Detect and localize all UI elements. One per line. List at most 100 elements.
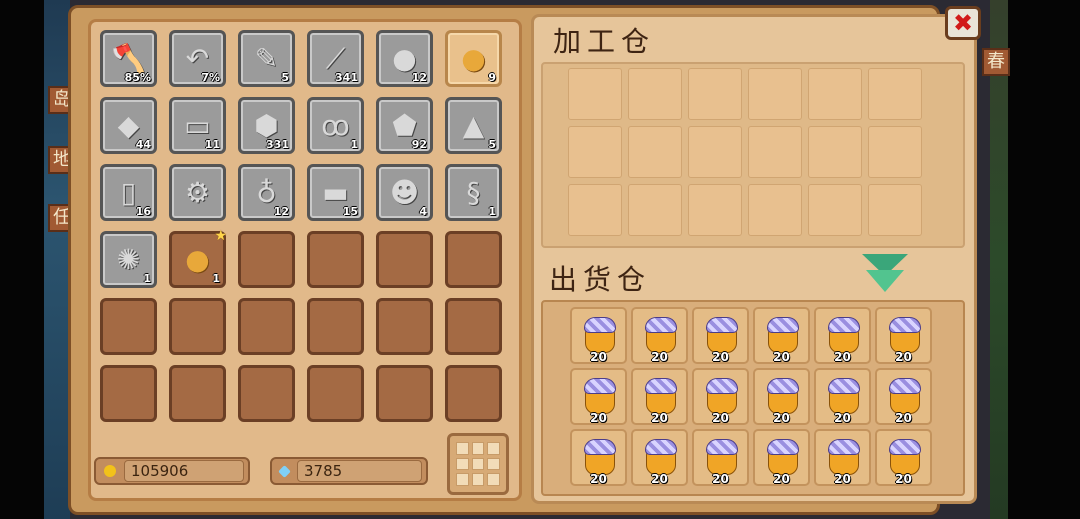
shipping-slot[interactable]: 20 xyxy=(692,368,749,425)
processing-slot[interactable] xyxy=(568,126,622,178)
shipping-slot[interactable]: 20 xyxy=(570,429,627,486)
inventory-slot[interactable]: ⟋ 341 xyxy=(307,30,364,87)
inventory-slot-empty[interactable] xyxy=(307,231,364,288)
shipping-slot[interactable]: 20 xyxy=(875,368,932,425)
processing-slot[interactable] xyxy=(628,126,682,178)
processing-slot[interactable] xyxy=(868,184,922,236)
processing-slot[interactable] xyxy=(688,184,742,236)
honey-jar-icon xyxy=(706,317,738,333)
shipping-slot[interactable]: 20 xyxy=(753,429,810,486)
shipping-slot[interactable]: 20 xyxy=(753,368,810,425)
inventory-slot[interactable]: ⬟ 92 xyxy=(376,97,433,154)
processing-slot[interactable] xyxy=(868,126,922,178)
processing-slot[interactable] xyxy=(688,68,742,120)
inventory-slot[interactable]: ● 1 ★ xyxy=(169,228,227,288)
shipping-slot[interactable]: 20 xyxy=(631,368,688,425)
honey-jar-icon xyxy=(706,439,738,455)
honey-jar-icon xyxy=(828,378,860,394)
processing-slot[interactable] xyxy=(688,126,742,178)
gold-counter: 105906 xyxy=(94,457,250,485)
honey-jar-icon xyxy=(645,439,677,455)
shipping-slot[interactable]: 20 xyxy=(570,368,627,425)
inventory-slot-empty[interactable] xyxy=(169,298,226,355)
shipping-slot[interactable]: 20 xyxy=(753,307,810,364)
processing-slot[interactable] xyxy=(568,184,622,236)
inventory-slot[interactable]: ꝏ1 xyxy=(307,97,364,154)
processing-slot[interactable] xyxy=(748,68,802,120)
inventory-slot[interactable]: ▭ 11 xyxy=(169,97,226,154)
inventory-slot[interactable]: § 1 xyxy=(445,164,502,221)
close-button[interactable]: ✖ xyxy=(945,6,981,40)
inventory-slot-empty[interactable] xyxy=(376,365,433,422)
inventory-slot-empty[interactable] xyxy=(445,365,502,422)
processing-slot[interactable] xyxy=(748,184,802,236)
processing-slot[interactable] xyxy=(748,126,802,178)
shipping-slot[interactable]: 20 xyxy=(631,429,688,486)
inventory-slot[interactable]: ⚙ xyxy=(169,164,226,221)
side-tab-season[interactable]: 春 xyxy=(982,48,1010,76)
item-quantity: 20 xyxy=(773,411,790,425)
inventory-slot-empty[interactable] xyxy=(238,231,295,288)
inventory-slot-empty[interactable] xyxy=(376,298,433,355)
shipping-slot[interactable]: 20 xyxy=(692,307,749,364)
shipping-slot[interactable]: 20 xyxy=(875,429,932,486)
item-quantity: 20 xyxy=(590,411,607,425)
inventory-slot-empty[interactable] xyxy=(445,298,502,355)
item-quantity: 5 xyxy=(488,138,496,151)
inventory-slot-empty[interactable] xyxy=(100,365,157,422)
inventory-slot[interactable]: ✎ 5 xyxy=(238,30,295,87)
inventory-slot[interactable]: ▯ 16 xyxy=(100,164,157,221)
inventory-slot[interactable]: ⬢ 331 xyxy=(238,97,295,154)
shipping-slot[interactable]: 20 xyxy=(814,429,871,486)
processing-slot[interactable] xyxy=(808,68,862,120)
shipping-slot[interactable]: 20 xyxy=(875,307,932,364)
item-quantity: 44 xyxy=(135,138,151,151)
inventory-slot[interactable]: ● 9 xyxy=(445,30,502,87)
processing-slot[interactable] xyxy=(628,184,682,236)
item-quantity: 20 xyxy=(651,350,668,364)
inventory-slot[interactable]: ◆ 44 xyxy=(100,97,157,154)
inventory-slot-empty[interactable] xyxy=(376,231,433,288)
item-quantity: 20 xyxy=(834,350,851,364)
inventory-slot-empty[interactable] xyxy=(307,365,364,422)
item-quantity: 16 xyxy=(135,205,151,218)
honey-jar-icon xyxy=(584,378,616,394)
inventory-slot[interactable]: ♁ 12 xyxy=(238,164,295,221)
item-quantity: 9 xyxy=(488,71,496,84)
inventory-slot[interactable]: ☻ 4 xyxy=(376,164,433,221)
screen-edge-right xyxy=(1008,0,1080,519)
item-quantity: 20 xyxy=(651,411,668,425)
inventory-slot[interactable]: ▬ 15 xyxy=(307,164,364,221)
shipping-slot[interactable]: 20 xyxy=(814,307,871,364)
processing-slot[interactable] xyxy=(868,68,922,120)
item-quantity: 20 xyxy=(712,350,729,364)
shipping-slot[interactable]: 20 xyxy=(814,368,871,425)
inventory-slot[interactable]: ↶ 7% xyxy=(169,30,226,87)
inventory-slot-empty[interactable] xyxy=(307,298,364,355)
processing-slot[interactable] xyxy=(568,68,622,120)
inventory-slot[interactable]: 🪓 85% xyxy=(100,30,157,87)
processing-slot[interactable] xyxy=(808,184,862,236)
gear-key-icon: ⚙ xyxy=(184,176,211,209)
item-quantity: 20 xyxy=(895,350,912,364)
inventory-slot[interactable]: ✺ 1 xyxy=(100,231,157,288)
inventory-slot-empty[interactable] xyxy=(169,365,226,422)
item-quantity: 1 xyxy=(488,205,496,218)
processing-slot[interactable] xyxy=(808,126,862,178)
shipping-slot[interactable]: 20 xyxy=(570,307,627,364)
inventory-slot-empty[interactable] xyxy=(445,231,502,288)
inventory-slot-empty[interactable] xyxy=(100,298,157,355)
processing-slot[interactable] xyxy=(628,68,682,120)
honey-jar-icon xyxy=(767,317,799,333)
item-quantity: 5 xyxy=(281,71,289,84)
inventory-slot-empty[interactable] xyxy=(238,365,295,422)
inventory-slot[interactable]: ▲ 5 xyxy=(445,97,502,154)
honey-jar-icon xyxy=(889,439,921,455)
shipping-slot[interactable]: 20 xyxy=(692,429,749,486)
shipping-slot[interactable]: 20 xyxy=(631,307,688,364)
inventory-slot-empty[interactable] xyxy=(238,298,295,355)
inventory-slot[interactable]: ● 12 xyxy=(376,30,433,87)
inventory-grid: 🪓 85% ↶ 7% ✎ 5 ⟋ 341 ● 12 ● 9 ◆ 44 ▭ 11 ⬢ 331 ꝏ 1 ⬟ 92 ▲ 5 ▯ 16 ⚙ ♁… xyxy=(100,30,512,422)
honey-jar-icon xyxy=(645,317,677,333)
grid-layout-button[interactable] xyxy=(447,433,509,495)
